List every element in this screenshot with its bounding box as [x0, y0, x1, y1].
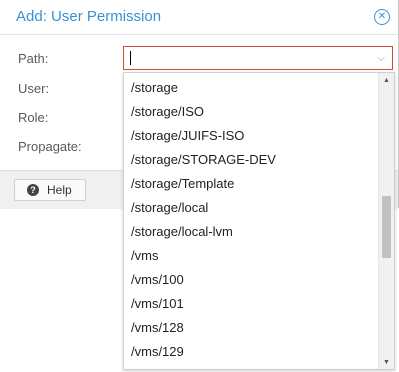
- dropdown-option[interactable]: /storage/local: [131, 200, 208, 215]
- dropdown-option[interactable]: /storage/JUIFS-ISO: [131, 128, 244, 143]
- text-cursor: [130, 51, 131, 65]
- chevron-down-icon[interactable]: ⌵: [374, 51, 388, 65]
- propagate-label: Propagate:: [18, 139, 82, 154]
- dropdown-option[interactable]: /vms: [131, 248, 158, 263]
- question-circle-icon: ?: [27, 184, 39, 196]
- user-label: User:: [18, 81, 50, 96]
- dialog-titlebar[interactable]: Add: User Permission ✕: [0, 0, 398, 35]
- dialog-title: Add: User Permission: [16, 8, 162, 25]
- dropdown-option[interactable]: /storage/STORAGE-DEV: [131, 152, 276, 167]
- dropdown-option[interactable]: /vms/101: [131, 296, 184, 311]
- dropdown-option[interactable]: /storage/local-lvm: [131, 224, 233, 239]
- dropdown-option[interactable]: /vms/129: [131, 344, 184, 359]
- path-combobox[interactable]: ⌵: [123, 46, 393, 70]
- help-button-label: Help: [47, 183, 72, 197]
- path-label: Path:: [18, 51, 49, 66]
- dropdown-option[interactable]: /vms/128: [131, 320, 184, 335]
- close-icon[interactable]: ✕: [374, 9, 390, 25]
- dropdown-option[interactable]: /storage/Template: [131, 176, 234, 191]
- role-label: Role:: [18, 110, 49, 125]
- dropdown-option[interactable]: /storage/ISO: [131, 104, 204, 119]
- path-dropdown-list[interactable]: /storage/storage/ISO/storage/JUIFS-ISO/s…: [123, 72, 395, 370]
- scroll-down-arrow-icon[interactable]: ▼: [379, 355, 394, 369]
- dropdown-option[interactable]: /vms/100: [131, 272, 184, 287]
- dropdown-option[interactable]: /storage: [131, 80, 178, 95]
- help-button[interactable]: ? Help: [14, 179, 86, 201]
- scrollbar-thumb[interactable]: [382, 196, 391, 258]
- scroll-up-arrow-icon[interactable]: ▲: [379, 73, 394, 87]
- dropdown-scrollbar[interactable]: ▲ ▼: [378, 73, 394, 369]
